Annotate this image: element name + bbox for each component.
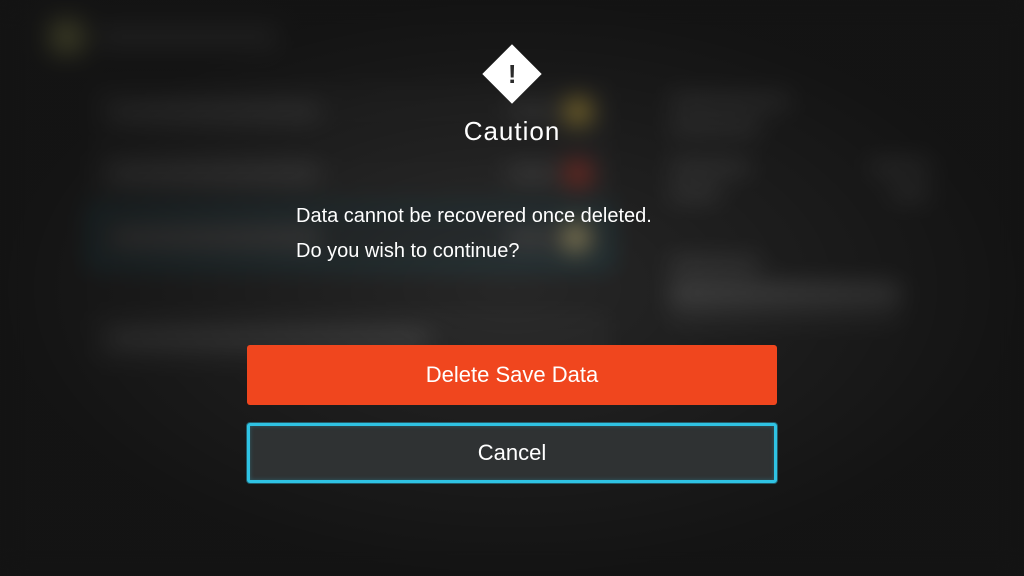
- delete-save-data-button[interactable]: Delete Save Data: [247, 345, 777, 405]
- dialog-title: Caution: [464, 116, 561, 147]
- cancel-button[interactable]: Cancel: [247, 423, 777, 483]
- caution-icon: !: [484, 46, 540, 102]
- button-label: Cancel: [478, 440, 546, 466]
- button-label: Delete Save Data: [426, 362, 598, 388]
- dialog-message-line: Data cannot be recovered once deleted.: [296, 199, 652, 234]
- dialog-message-line: Do you wish to continue?: [296, 234, 652, 269]
- caution-dialog: ! Caution Data cannot be recovered once …: [242, 46, 782, 501]
- dialog-message: Data cannot be recovered once deleted. D…: [242, 199, 652, 269]
